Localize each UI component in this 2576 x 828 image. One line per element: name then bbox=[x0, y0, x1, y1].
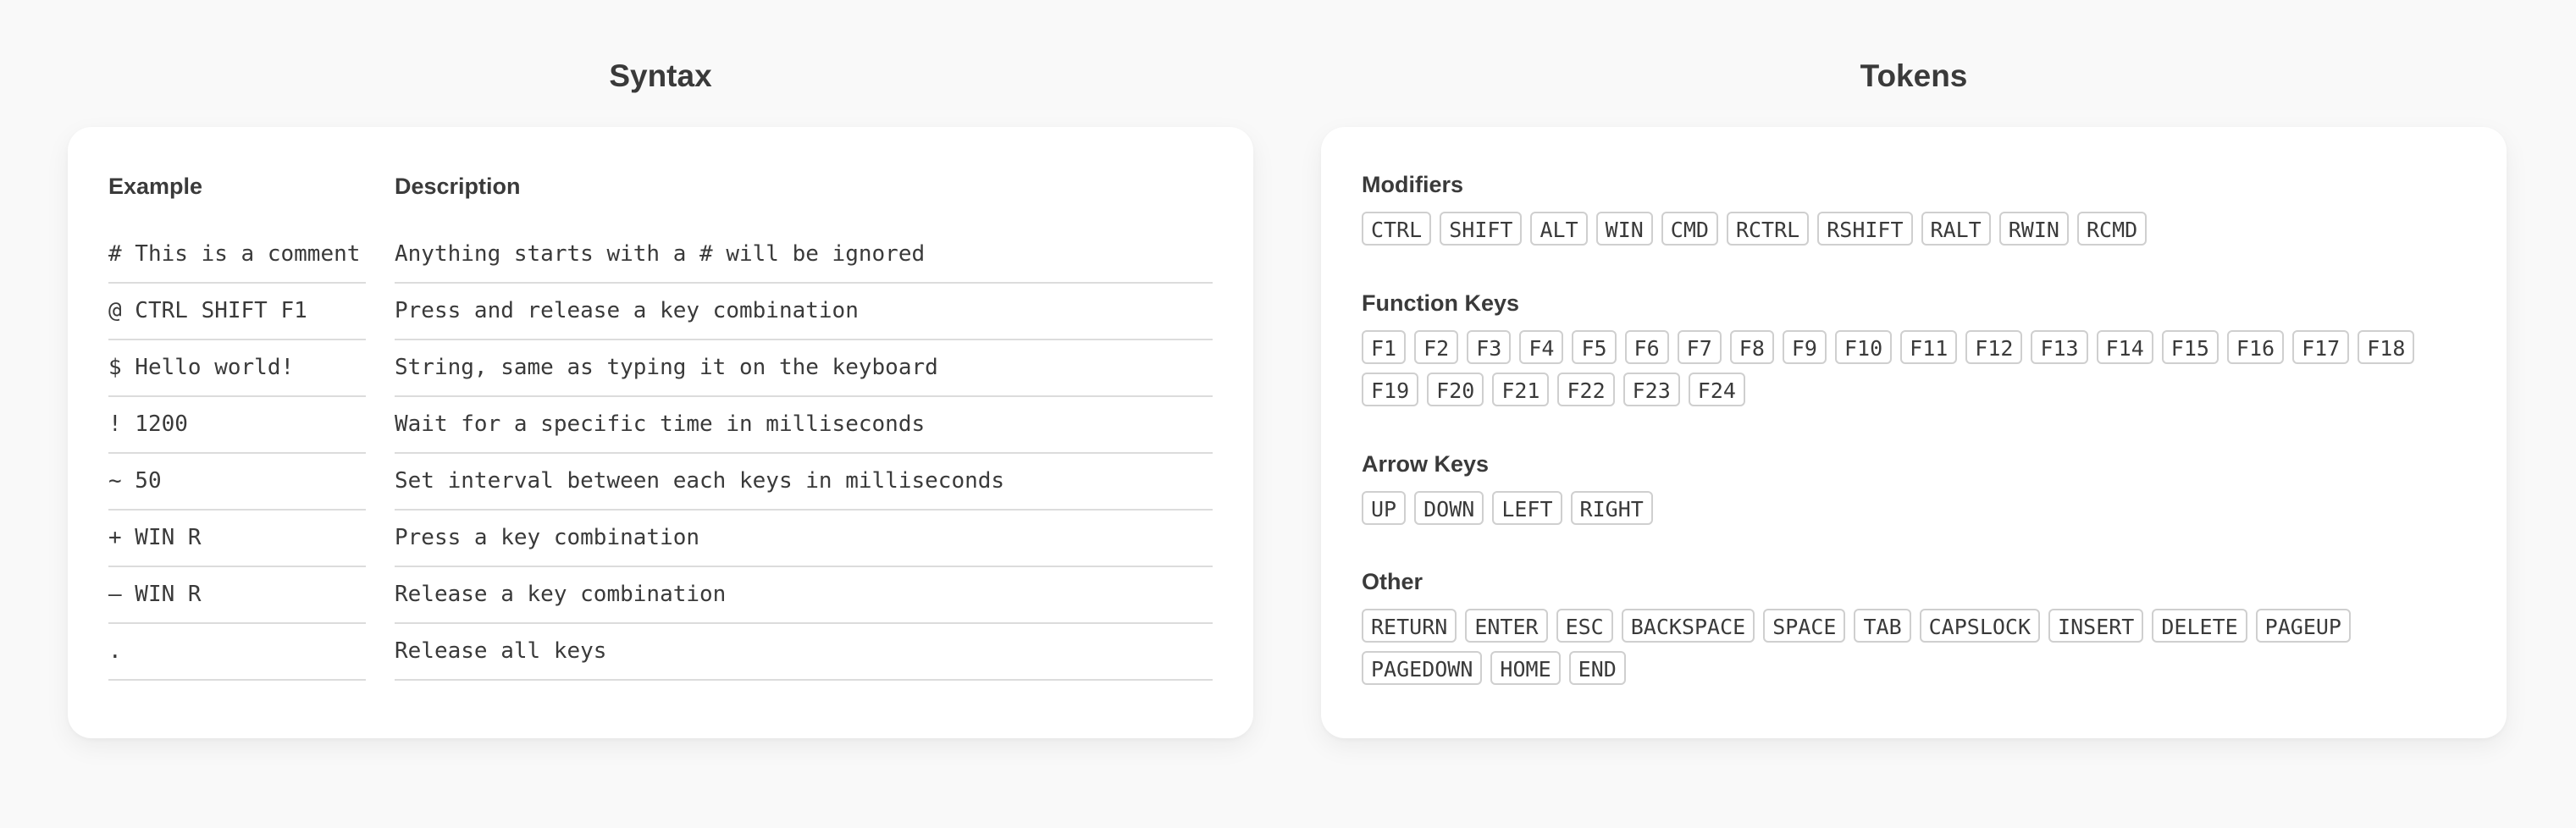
token-chips: UP DOWN LEFT RIGHT bbox=[1362, 491, 2466, 525]
token-chip: UP bbox=[1362, 491, 1407, 525]
syntax-example: $ Hello world! bbox=[108, 339, 366, 397]
token-chip: F12 bbox=[1965, 330, 2023, 364]
token-chip: F20 bbox=[1427, 373, 1484, 406]
syntax-row: ! 1200 Wait for a specific time in millis… bbox=[108, 396, 1213, 454]
token-chip: END bbox=[1568, 651, 1626, 685]
syntax-description: Press and release a key combination bbox=[395, 283, 1213, 340]
token-chip: CTRL bbox=[1362, 212, 1432, 246]
token-chip: F17 bbox=[2292, 330, 2350, 364]
token-chip: F24 bbox=[1688, 373, 1745, 406]
syntax-description: Press a key combination bbox=[395, 510, 1213, 567]
token-group-title: Function Keys bbox=[1362, 290, 1520, 316]
token-chip: F16 bbox=[2226, 330, 2285, 364]
token-group-function-keys: Function Keys F1 F2 F3 F4 F5 F6 F7 F8 F9 F10 F11 F1… bbox=[1362, 286, 2466, 406]
token-chip: PAGEDOWN bbox=[1362, 651, 1483, 685]
syntax-row: @ CTRL SHIFT F1 Press and release a key c… bbox=[108, 283, 1213, 340]
syntax-example: ~ 50 bbox=[108, 453, 366, 511]
token-chip: ALT bbox=[1530, 212, 1588, 246]
tokens-card: Modifiers CTRL SHIFT ALT WIN CMD RCTRL RSHIFT R… bbox=[1321, 127, 2507, 738]
syntax-card: Example Description # This is a comment A… bbox=[68, 127, 1253, 738]
token-chip: F6 bbox=[1624, 330, 1669, 364]
token-chip: TAB bbox=[1854, 609, 1911, 643]
token-chip: RALT bbox=[1921, 212, 1991, 246]
syntax-row: $ Hello world! String, same as typing it … bbox=[108, 339, 1213, 397]
description-column-header: Description bbox=[395, 174, 521, 199]
syntax-description: Wait for a specific time in milliseconds bbox=[395, 396, 1213, 454]
token-chip: F4 bbox=[1519, 330, 1564, 364]
token-chips: RETURN ENTER ESC BACKSPACE SPACE TAB CAPSLOCK I… bbox=[1362, 609, 2466, 685]
token-chip: SPACE bbox=[1763, 609, 1846, 643]
token-group-title: Modifiers bbox=[1362, 172, 1464, 197]
token-group-arrow-keys: Arrow Keys UP DOWN LEFT RIGHT bbox=[1362, 447, 2466, 525]
token-group-other: Other RETURN ENTER ESC BACKSPACE SPACE TAB CAP… bbox=[1362, 565, 2466, 685]
token-chips: F1 F2 F3 F4 F5 F6 F7 F8 F9 F10 F11 F12 F13 F14 F15 F16 F… bbox=[1362, 330, 2466, 406]
token-chip: F18 bbox=[2358, 330, 2415, 364]
token-chip: RCTRL bbox=[1726, 212, 1810, 246]
token-chip: INSERT bbox=[2048, 609, 2144, 643]
token-chip: F15 bbox=[2161, 330, 2219, 364]
syntax-example: + WIN R bbox=[108, 510, 366, 567]
token-chip: RCMD bbox=[2076, 212, 2148, 246]
token-chip: F13 bbox=[2031, 330, 2088, 364]
syntax-row: – WIN R Release a key combination bbox=[108, 566, 1213, 624]
syntax-example: ! 1200 bbox=[108, 396, 366, 454]
syntax-example: . bbox=[108, 623, 366, 681]
token-chip: F9 bbox=[1782, 330, 1827, 364]
token-chip: CAPSLOCK bbox=[1919, 609, 2041, 643]
token-chip: F7 bbox=[1677, 330, 1722, 364]
token-chip: DELETE bbox=[2152, 609, 2247, 643]
syntax-example: @ CTRL SHIFT F1 bbox=[108, 283, 366, 340]
token-chip: F22 bbox=[1557, 373, 1615, 406]
syntax-description: Set interval between each keys in millis… bbox=[395, 453, 1213, 511]
syntax-rows: # This is a comment Anything starts with … bbox=[108, 226, 1213, 681]
token-chip: RETURN bbox=[1362, 609, 1457, 643]
token-chip: BACKSPACE bbox=[1621, 609, 1755, 643]
token-group-modifiers: Modifiers CTRL SHIFT ALT WIN CMD RCTRL RSHIFT R… bbox=[1362, 168, 2466, 246]
syntax-description: Anything starts with a # will be ignored bbox=[395, 226, 1213, 284]
token-chip: F1 bbox=[1362, 330, 1407, 364]
token-chip: HOME bbox=[1490, 651, 1561, 685]
token-chip: WIN bbox=[1595, 212, 1653, 246]
syntax-row: . Release all keys bbox=[108, 623, 1213, 681]
token-chip: F14 bbox=[2096, 330, 2153, 364]
token-chip: RIGHT bbox=[1570, 491, 1653, 525]
syntax-description: String, same as typing it on the keyboar… bbox=[395, 339, 1213, 397]
token-chip: RWIN bbox=[1998, 212, 2069, 246]
token-chips: CTRL SHIFT ALT WIN CMD RCTRL RSHIFT RALT RWIN RCM… bbox=[1362, 212, 2466, 246]
token-chip: DOWN bbox=[1414, 491, 1484, 525]
token-group-title: Other bbox=[1362, 569, 1423, 594]
token-chip: F5 bbox=[1572, 330, 1617, 364]
example-column-header: Example bbox=[108, 174, 203, 199]
token-chip: F8 bbox=[1729, 330, 1774, 364]
token-chip: CMD bbox=[1661, 212, 1718, 246]
token-chip: PAGEUP bbox=[2255, 609, 2351, 643]
token-chip: F23 bbox=[1622, 373, 1680, 406]
syntax-title: Syntax bbox=[609, 58, 712, 93]
syntax-description: Release a key combination bbox=[395, 566, 1213, 624]
token-chip: ESC bbox=[1556, 609, 1613, 643]
token-chip: F3 bbox=[1467, 330, 1512, 364]
token-chip: ENTER bbox=[1465, 609, 1548, 643]
token-group-title: Arrow Keys bbox=[1362, 451, 1490, 477]
syntax-example: # This is a comment bbox=[108, 226, 366, 284]
tokens-title: Tokens bbox=[1860, 58, 1968, 93]
token-chip: F11 bbox=[1900, 330, 1958, 364]
token-chip: SHIFT bbox=[1440, 212, 1523, 246]
syntax-example: – WIN R bbox=[108, 566, 366, 624]
syntax-row: # This is a comment Anything starts with … bbox=[108, 226, 1213, 284]
token-chip: RSHIFT bbox=[1817, 212, 1913, 246]
token-chip: LEFT bbox=[1492, 491, 1562, 525]
token-chip: F19 bbox=[1362, 373, 1419, 406]
token-chip: F10 bbox=[1834, 330, 1893, 364]
syntax-description: Release all keys bbox=[395, 623, 1213, 681]
syntax-row: ~ 50 Set interval between each keys in mi… bbox=[108, 453, 1213, 511]
token-chip: F2 bbox=[1414, 330, 1459, 364]
syntax-row: + WIN R Press a key combination bbox=[108, 510, 1213, 567]
token-chip: F21 bbox=[1492, 373, 1550, 406]
